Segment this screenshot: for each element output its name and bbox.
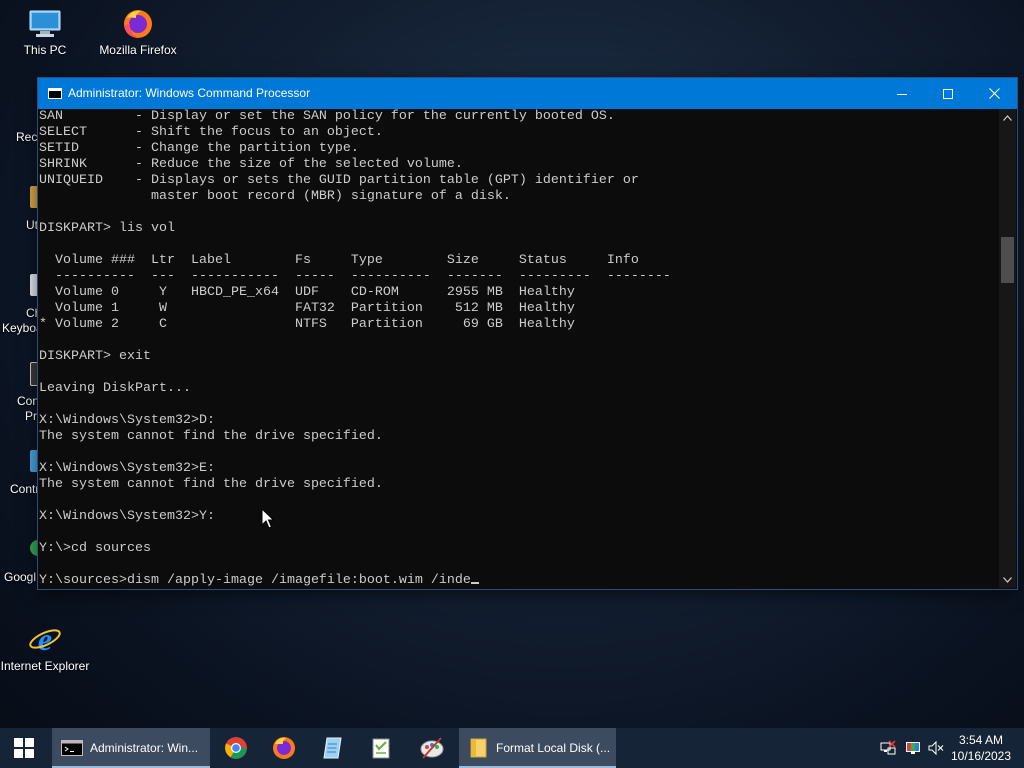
taskbar-pin-paint[interactable] bbox=[408, 728, 456, 768]
desktop-icon-label: Mozilla Firefox bbox=[99, 43, 177, 57]
cmd-icon[interactable] bbox=[48, 88, 62, 99]
windows-logo-icon bbox=[14, 738, 34, 758]
minimize-button[interactable] bbox=[879, 78, 925, 109]
console-line: * Volume 2 C NTFS Partition 69 GB Health… bbox=[39, 317, 575, 332]
console-line: ---------- --- ----------- ----- -------… bbox=[39, 269, 671, 284]
folder-icon bbox=[470, 738, 487, 758]
scrollbar-thumb[interactable] bbox=[1001, 237, 1014, 283]
desktop-icon-firefox[interactable]: Mozilla Firefox bbox=[93, 8, 183, 57]
desktop-icon-internet-explorer[interactable]: e Internet Explorer bbox=[0, 622, 90, 673]
firefox-icon bbox=[273, 737, 295, 759]
console-line: Volume 1 W FAT32 Partition 512 MB Health… bbox=[39, 301, 575, 316]
command-prompt-window[interactable]: Administrator: Windows Command Processor… bbox=[38, 78, 1017, 589]
desktop-label-partial: Keyboa bbox=[2, 321, 43, 335]
desktop-icon-label: This PC bbox=[23, 43, 67, 57]
taskbar-item-label: Format Local Disk (... bbox=[496, 741, 611, 755]
taskbar-pin-notepad-plus[interactable] bbox=[357, 728, 405, 768]
start-button[interactable] bbox=[0, 728, 48, 768]
console-line: X:\Windows\System32>Y: bbox=[39, 509, 215, 524]
chrome-icon bbox=[225, 737, 247, 759]
clock-date: 10/16/2023 bbox=[950, 749, 1012, 763]
taskbar-item-command-prompt[interactable]: Administrator: Win... bbox=[52, 728, 210, 768]
desktop-icon-label: Internet Explorer bbox=[0, 659, 90, 673]
clock-time: 3:54 AM bbox=[958, 733, 1004, 747]
maximize-icon bbox=[943, 88, 953, 99]
window-title: Administrator: Windows Command Processor bbox=[68, 86, 311, 100]
close-button[interactable] bbox=[971, 78, 1017, 109]
desktop-icon-this-pc[interactable]: This PC bbox=[0, 8, 90, 57]
window-titlebar[interactable]: Administrator: Windows Command Processor bbox=[38, 78, 1017, 109]
network-icon bbox=[880, 740, 896, 755]
desktop-label-partial: Ut bbox=[26, 218, 38, 232]
scroll-up-button[interactable] bbox=[999, 109, 1016, 126]
console-line: X:\Windows\System32>D: bbox=[39, 413, 215, 428]
notepad-plus-icon bbox=[372, 738, 390, 759]
vertical-scrollbar[interactable] bbox=[999, 109, 1016, 588]
console-line: The system cannot find the drive specifi… bbox=[39, 429, 383, 444]
tray-display[interactable] bbox=[903, 728, 923, 768]
console-line: Y:\>cd sources bbox=[39, 541, 151, 556]
taskbar-clock[interactable]: 3:54 AM 10/16/2023 bbox=[944, 732, 1018, 764]
console-line: DISKPART> exit bbox=[39, 349, 151, 364]
console-line: Y:\sources>dism /apply-image /imagefile:… bbox=[39, 573, 471, 587]
console-line: Leaving DiskPart... bbox=[39, 381, 191, 396]
console-line: SELECT - Shift the focus to an object. bbox=[39, 125, 383, 140]
cmd-icon bbox=[61, 740, 83, 756]
console-line: The system cannot find the drive specifi… bbox=[39, 477, 383, 492]
desktop-label-partial: Con bbox=[17, 394, 40, 408]
text-cursor bbox=[470, 582, 479, 584]
console-line: master boot record (MBR) signature of a … bbox=[39, 189, 511, 204]
taskbar-item-format-local-disk[interactable]: Format Local Disk (... bbox=[459, 728, 616, 768]
internet-explorer-icon: e bbox=[29, 622, 61, 656]
close-icon bbox=[988, 88, 1000, 99]
paint-icon bbox=[420, 737, 444, 759]
taskbar-pin-chrome[interactable] bbox=[212, 728, 260, 768]
svg-text:e: e bbox=[38, 622, 52, 656]
taskbar-pin-notepad[interactable] bbox=[309, 728, 357, 768]
taskbar: Administrator: Win... Format Local Disk … bbox=[0, 728, 1024, 768]
volume-muted-icon bbox=[928, 740, 944, 756]
console-line: SHRINK - Reduce the size of the selected… bbox=[39, 157, 463, 172]
minimize-icon bbox=[897, 93, 907, 95]
tray-network[interactable] bbox=[878, 728, 898, 768]
scroll-down-button[interactable] bbox=[999, 571, 1016, 588]
notepad-icon bbox=[323, 737, 342, 759]
taskbar-item-label: Administrator: Win... bbox=[90, 741, 199, 755]
firefox-icon bbox=[124, 10, 152, 38]
computer-icon bbox=[29, 10, 61, 37]
taskbar-pin-firefox[interactable] bbox=[260, 728, 308, 768]
mouse-pointer-icon bbox=[261, 508, 275, 529]
console-line: Volume ### Ltr Label Fs Type Size Status… bbox=[39, 253, 639, 268]
console-line: Volume 0 Y HBCD_PE_x64 UDF CD-ROM 2955 M… bbox=[39, 285, 575, 300]
console-text: SAN - Display or set the SAN policy for … bbox=[39, 109, 997, 587]
console-line: X:\Windows\System32>E: bbox=[39, 461, 215, 476]
desktop-label-partial: Contr bbox=[10, 482, 40, 496]
console-line: UNIQUEID - Displays or sets the GUID par… bbox=[39, 173, 639, 188]
desktop-label-partial: Googl bbox=[4, 570, 37, 584]
chevron-up-icon bbox=[1003, 114, 1012, 121]
display-settings-icon bbox=[906, 742, 920, 754]
console-line: DISKPART> lis vol bbox=[39, 221, 175, 236]
console-line: SAN - Display or set the SAN policy for … bbox=[39, 109, 615, 124]
console-line: SETID - Change the partition type. bbox=[39, 141, 359, 156]
console-output[interactable]: SAN - Display or set the SAN policy for … bbox=[39, 109, 997, 587]
tray-volume[interactable] bbox=[926, 728, 946, 768]
maximize-button[interactable] bbox=[925, 78, 971, 109]
desktop-label-partial: Pr bbox=[25, 409, 37, 423]
chevron-down-icon bbox=[1003, 576, 1012, 583]
